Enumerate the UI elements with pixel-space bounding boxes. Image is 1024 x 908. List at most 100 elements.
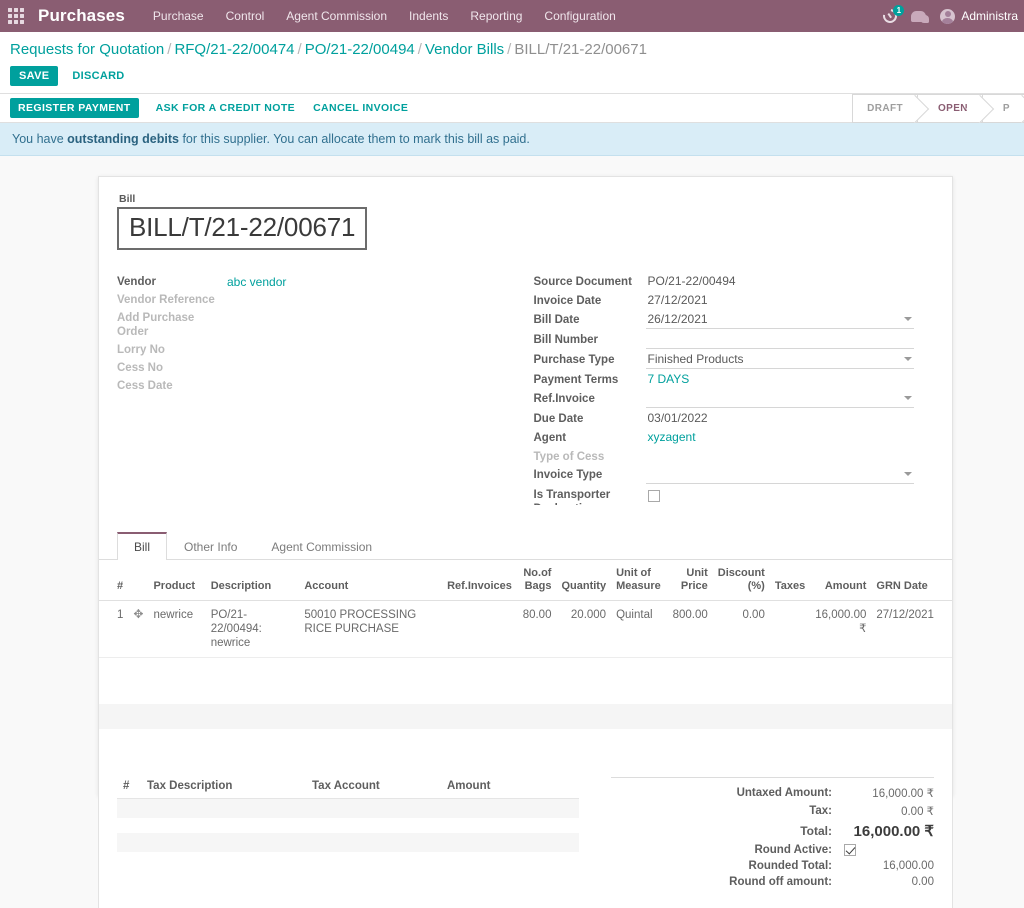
field-invoice-type: Invoice Type — [534, 465, 935, 484]
cell-account[interactable]: 50010 PROCESSING RICE PURCHASE — [299, 601, 425, 658]
save-button[interactable]: SAVE — [10, 66, 58, 86]
breadcrumb-separator: / — [298, 41, 302, 58]
cell-unit-price[interactable]: 800.00 — [666, 601, 713, 658]
lines-gray-band — [99, 704, 952, 729]
breadcrumb-item-requests-for-quotation[interactable]: Requests for Quotation — [10, 41, 164, 58]
field-label-due-date: Due Date — [534, 409, 646, 426]
col-unit-of-measure: Unit of Measure — [611, 560, 666, 601]
chevron-down-icon[interactable] — [904, 357, 912, 361]
menu-item-configuration[interactable]: Configuration — [544, 9, 615, 23]
field-input-bill-date[interactable]: 26/12/2021 — [646, 310, 914, 329]
total-rounded: Rounded Total: 16,000.00 — [611, 858, 934, 874]
ask-for-credit-note-button[interactable]: ASK FOR A CREDIT NOTE — [155, 99, 296, 117]
col-description: Description — [206, 560, 300, 601]
menu-item-control[interactable]: Control — [226, 9, 265, 23]
form-columns: Vendor abc vendor Vendor Reference Add P… — [117, 272, 934, 517]
register-payment-button[interactable]: REGISTER PAYMENT — [10, 98, 139, 118]
field-value-cess-no[interactable] — [227, 358, 526, 375]
field-value-add-purchase-order[interactable] — [227, 308, 526, 325]
round-active-checkbox[interactable] — [844, 844, 856, 856]
field-label-vendor: Vendor — [117, 272, 227, 289]
cell-description[interactable]: PO/21-22/00494: newrice — [206, 601, 300, 658]
bill-number-input[interactable]: BILL/T/21-22/00671 — [117, 207, 367, 250]
label-untaxed-amount: Untaxed Amount: — [611, 787, 842, 799]
activity-badge-count: 1 — [893, 5, 904, 16]
field-value-agent[interactable]: xyzagent — [646, 428, 914, 446]
col-ref-invoices: Ref.Invoices — [425, 560, 517, 601]
tab-bill[interactable]: Bill — [117, 532, 167, 560]
value-untaxed-amount: 16,000.00 ₹ — [842, 786, 934, 800]
field-value-type-of-cess[interactable] — [646, 447, 914, 464]
tax-header-row: # Tax Description Tax Account Amount — [117, 775, 579, 799]
menu-item-agent-commission[interactable]: Agent Commission — [286, 9, 387, 23]
bill-title-label: Bill — [119, 193, 934, 205]
tax-col-index: # — [117, 775, 141, 799]
field-label-agent: Agent — [534, 428, 646, 445]
breadcrumb-item-vendor-bills[interactable]: Vendor Bills — [425, 41, 504, 58]
cell-quantity[interactable]: 20.000 — [556, 601, 611, 658]
activity-menu[interactable]: 1 — [883, 9, 897, 23]
cancel-invoice-button[interactable]: CANCEL INVOICE — [312, 99, 409, 117]
chevron-down-icon[interactable] — [904, 396, 912, 400]
alert-text-before: You have — [12, 132, 67, 146]
alert-text-after: for this supplier. You can allocate them… — [179, 132, 530, 146]
chevron-down-icon[interactable] — [904, 472, 912, 476]
field-label-payment-terms: Payment Terms — [534, 370, 646, 387]
breadcrumb-item-rfq[interactable]: RFQ/21-22/00474 — [174, 41, 294, 58]
is-transporter-declaration-checkbox[interactable] — [648, 490, 660, 502]
tab-other-info[interactable]: Other Info — [167, 532, 254, 560]
tax-empty-row — [117, 799, 579, 818]
chevron-down-icon[interactable] — [904, 317, 912, 321]
user-avatar-icon — [940, 9, 955, 24]
menu-item-reporting[interactable]: Reporting — [470, 9, 522, 23]
value-rounded-total: 16,000.00 — [842, 860, 934, 872]
field-vendor: Vendor abc vendor — [117, 272, 526, 289]
field-input-purchase-type[interactable]: Finished Products — [646, 350, 914, 369]
cell-grn-date[interactable]: 27/12/2021 — [871, 601, 952, 658]
breadcrumb-separator: / — [418, 41, 422, 58]
label-rounded-total: Rounded Total: — [611, 860, 842, 872]
table-header-row: # Product Description Account Ref.Invoic… — [99, 560, 952, 601]
cell-no-of-bags[interactable]: 80.00 — [517, 601, 557, 658]
field-value-due-date: 03/01/2022 — [646, 409, 914, 427]
lines-empty-space — [99, 658, 952, 704]
cell-amount: 16,000.00 ₹ — [810, 601, 871, 658]
drag-handle-icon[interactable]: ✥ — [128, 601, 148, 658]
field-label-vendor-reference: Vendor Reference — [117, 290, 227, 307]
invoice-lines-table: # Product Description Account Ref.Invoic… — [99, 560, 952, 658]
tax-col-account: Tax Account — [306, 775, 441, 799]
table-row[interactable]: 1 ✥ newrice PO/21-22/00494: newrice 5001… — [99, 601, 952, 658]
app-brand-title[interactable]: Purchases — [38, 6, 125, 26]
lines-bottom-space — [99, 729, 952, 775]
cell-unit-of-measure[interactable]: Quintal — [611, 601, 666, 658]
form-right-column: Source Document PO/21-22/00494 Invoice D… — [526, 272, 935, 517]
user-menu[interactable]: Administra — [940, 9, 1018, 24]
value-total: 16,000.00 ₹ — [842, 822, 934, 840]
col-index: # — [99, 560, 128, 601]
field-value-payment-terms[interactable]: 7 DAYS — [646, 370, 914, 388]
total-round-active: Round Active: — [611, 842, 934, 858]
field-source-document: Source Document PO/21-22/00494 — [534, 272, 935, 290]
apps-grid-icon[interactable] — [8, 8, 24, 24]
menu-item-purchase[interactable]: Purchase — [153, 9, 204, 23]
chat-bubble-icon[interactable] — [911, 11, 926, 22]
breadcrumb-item-current-bill: BILL/T/21-22/00671 — [514, 41, 647, 58]
tab-agent-commission[interactable]: Agent Commission — [254, 532, 389, 560]
status-stage-draft[interactable]: DRAFT — [852, 94, 917, 123]
col-no-of-bags: No.of Bags — [517, 560, 557, 601]
discard-button[interactable]: DISCARD — [70, 66, 126, 86]
field-value-lorry-no[interactable] — [227, 340, 526, 357]
cell-taxes[interactable] — [770, 601, 810, 658]
field-input-bill-number[interactable] — [646, 330, 914, 349]
field-input-ref-invoice[interactable] — [646, 389, 914, 408]
cell-ref-invoices[interactable] — [425, 601, 517, 658]
breadcrumb-item-po[interactable]: PO/21-22/00494 — [305, 41, 415, 58]
field-value-vendor-reference[interactable] — [227, 290, 526, 307]
field-value-vendor[interactable]: abc vendor — [227, 272, 526, 289]
alert-text-bold: outstanding debits — [67, 132, 179, 146]
cell-discount[interactable]: 0.00 — [713, 601, 770, 658]
field-input-invoice-type[interactable] — [646, 465, 914, 484]
menu-item-indents[interactable]: Indents — [409, 9, 448, 23]
cell-product[interactable]: newrice — [148, 601, 205, 658]
field-value-cess-date[interactable] — [227, 376, 526, 393]
